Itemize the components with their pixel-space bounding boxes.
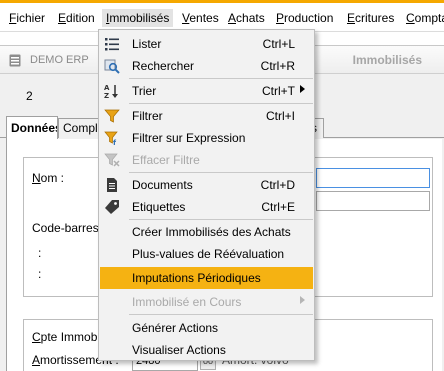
clear-filter-icon xyxy=(104,153,120,167)
menu-ecritures[interactable]: Ecritures xyxy=(343,9,398,27)
document-icon xyxy=(107,178,117,192)
menu-separator xyxy=(129,172,313,173)
menu-separator xyxy=(129,103,313,104)
submenu-arrow xyxy=(300,85,305,93)
menu-item-generer-actions[interactable]: Générer Actions xyxy=(100,317,313,339)
menu-item-documents[interactable]: Documents Ctrl+D xyxy=(100,174,313,196)
menu-immobilises[interactable]: Immobilisés xyxy=(102,9,174,27)
svg-text:Z: Z xyxy=(104,92,109,99)
tag-icon xyxy=(105,200,119,214)
list-icon xyxy=(105,38,119,51)
search-icon xyxy=(104,59,120,74)
filter-icon xyxy=(104,109,120,123)
menu-production[interactable]: Production xyxy=(272,9,337,27)
menu-item-visualiser-actions[interactable]: Visualiser Actions xyxy=(100,339,313,361)
menu-fichier[interactable]: Fichier xyxy=(5,9,49,27)
cpte-immobilisation-label: Cpte Immobil xyxy=(32,330,103,344)
database-icon xyxy=(9,54,21,67)
menu-item-rechercher[interactable]: Rechercher Ctrl+R xyxy=(100,55,313,77)
svg-text:f: f xyxy=(113,139,117,146)
menu-separator xyxy=(129,314,313,315)
menu-item-immobilise-en-cours[interactable]: Immobilisé en Cours xyxy=(100,291,313,313)
company-name: DEMO ERP xyxy=(30,54,89,66)
menu-item-filtrer[interactable]: Filtrer Ctrl+I xyxy=(100,105,313,127)
filter-expression-icon: f xyxy=(104,131,118,146)
menu-compta[interactable]: Compta xyxy=(402,9,444,27)
menu-edition[interactable]: Edition xyxy=(54,9,99,27)
codebarres-label: Code-barres xyxy=(32,221,99,235)
menu-item-creer-immobilises-des-achats[interactable]: Créer Immobilisés des Achats xyxy=(100,221,313,243)
menu-item-imputations-periodiques[interactable]: Imputations Périodiques xyxy=(100,267,313,289)
record-number: 2 xyxy=(26,89,33,103)
menu-ventes[interactable]: Ventes xyxy=(178,9,223,27)
menu-item-trier[interactable]: A Z Trier Ctrl+T xyxy=(100,80,313,102)
menu-achats[interactable]: Achats xyxy=(224,9,269,27)
menu-item-plus-values-de-reevaluation[interactable]: Plus-values de Réévaluation xyxy=(100,243,313,265)
menu-separator xyxy=(129,219,313,220)
tab-complements[interactable]: Compl xyxy=(58,118,100,138)
sort-icon: A Z xyxy=(104,84,118,99)
menu-item-etiquettes[interactable]: Etiquettes Ctrl+E xyxy=(100,196,313,218)
tab-donnees[interactable]: Données xyxy=(6,116,58,139)
menu-bar: Fichier Edition Immobilisés Ventes Achat… xyxy=(0,3,444,32)
submenu-arrow xyxy=(300,296,305,304)
svg-text:A: A xyxy=(104,84,110,92)
menu-item-filtrer-sur-expression[interactable]: f Filtrer sur Expression xyxy=(100,127,313,149)
nom-label: Nom : xyxy=(32,171,65,185)
nom-input[interactable] xyxy=(316,168,430,188)
field-colon: : xyxy=(38,267,42,281)
immobilises-dropdown-menu: Lister Ctrl+L Rechercher Ctrl+R A Z Trie… xyxy=(98,29,315,361)
module-title: Immobilisés xyxy=(352,53,422,67)
menu-item-effacer-filtre[interactable]: Effacer Filtre xyxy=(100,149,313,171)
menu-separator xyxy=(129,78,313,79)
field-colon: : xyxy=(38,246,42,260)
nom-extra-input[interactable] xyxy=(316,191,430,211)
menu-item-lister[interactable]: Lister Ctrl+L xyxy=(100,33,313,55)
